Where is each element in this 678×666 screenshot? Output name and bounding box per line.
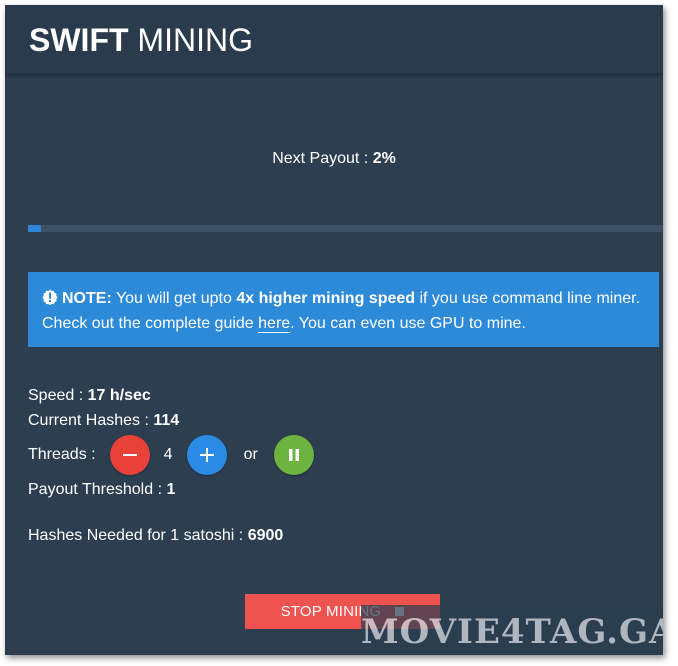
increase-threads-button[interactable] bbox=[186, 435, 227, 475]
note-heading: NOTE: bbox=[62, 290, 112, 307]
pause-button[interactable] bbox=[273, 435, 314, 475]
note-alert: NOTE: You will get upto 4x higher mining… bbox=[28, 272, 659, 347]
guide-link[interactable]: here bbox=[258, 315, 291, 333]
threads-label: Threads : bbox=[28, 446, 96, 463]
next-payout-value: 2% bbox=[372, 150, 396, 167]
app-window: SWIFT MINING Next Payout : 2% NOTE: You … bbox=[5, 5, 663, 655]
app-title-light: MINING bbox=[137, 22, 253, 58]
app-header: SWIFT MINING bbox=[5, 5, 663, 74]
speed-value: 17 h/sec bbox=[87, 387, 151, 404]
speed-label: Speed : bbox=[28, 387, 84, 404]
hashes-needed-row: Hashes Needed for 1 satoshi : 6900 bbox=[28, 523, 283, 548]
next-payout-label: Next Payout : bbox=[272, 150, 369, 167]
current-hashes-row: Current Hashes : 114 bbox=[28, 408, 314, 433]
mining-stats: Speed : 17 h/sec Current Hashes : 114 Th… bbox=[28, 383, 314, 502]
minus-icon bbox=[122, 454, 137, 456]
note-text-3: . You can even use GPU to mine. bbox=[290, 315, 526, 332]
hashes-needed-value: 6900 bbox=[247, 527, 284, 544]
speed-row: Speed : 17 h/sec bbox=[28, 383, 314, 408]
pause-icon bbox=[288, 449, 299, 461]
decrease-threads-button[interactable] bbox=[109, 435, 150, 475]
app-title: SWIFT MINING bbox=[29, 22, 253, 58]
current-hashes-label: Current Hashes : bbox=[28, 412, 149, 429]
exclamation-circle-icon bbox=[42, 289, 58, 305]
payout-progress-fill bbox=[28, 225, 41, 232]
threads-row: Threads : 4 or bbox=[28, 433, 314, 477]
payout-threshold-row: Payout Threshold : 1 bbox=[28, 477, 314, 502]
note-highlight: 4x higher mining speed bbox=[236, 290, 416, 307]
watermark-logo: MOVIE4TAG.GA bbox=[361, 605, 663, 655]
next-payout: Next Payout : 2% bbox=[5, 150, 663, 168]
threads-count: 4 bbox=[163, 446, 173, 463]
app-title-bold: SWIFT bbox=[29, 22, 129, 58]
payout-threshold-label: Payout Threshold : bbox=[28, 481, 163, 498]
plus-icon bbox=[199, 448, 214, 462]
current-hashes-value: 114 bbox=[153, 412, 180, 429]
hashes-needed-label: Hashes Needed for 1 satoshi : bbox=[28, 527, 244, 544]
payout-progress-bar bbox=[28, 225, 663, 232]
or-label: or bbox=[243, 446, 258, 463]
note-text-1: You will get upto bbox=[115, 290, 232, 307]
payout-threshold-value: 1 bbox=[166, 481, 176, 498]
